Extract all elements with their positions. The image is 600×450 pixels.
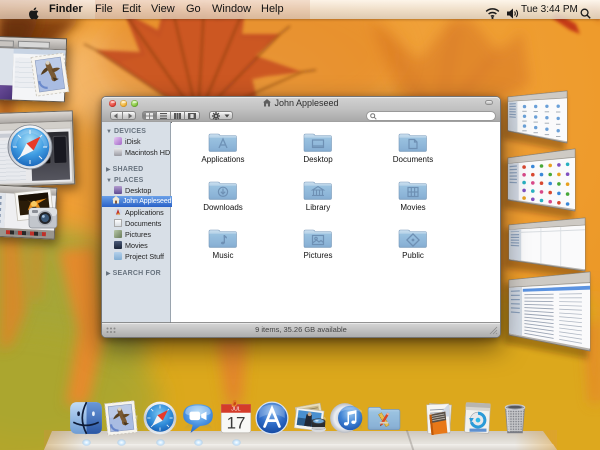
- svg-text:JUL: JUL: [231, 407, 240, 413]
- svg-text:17: 17: [227, 414, 246, 433]
